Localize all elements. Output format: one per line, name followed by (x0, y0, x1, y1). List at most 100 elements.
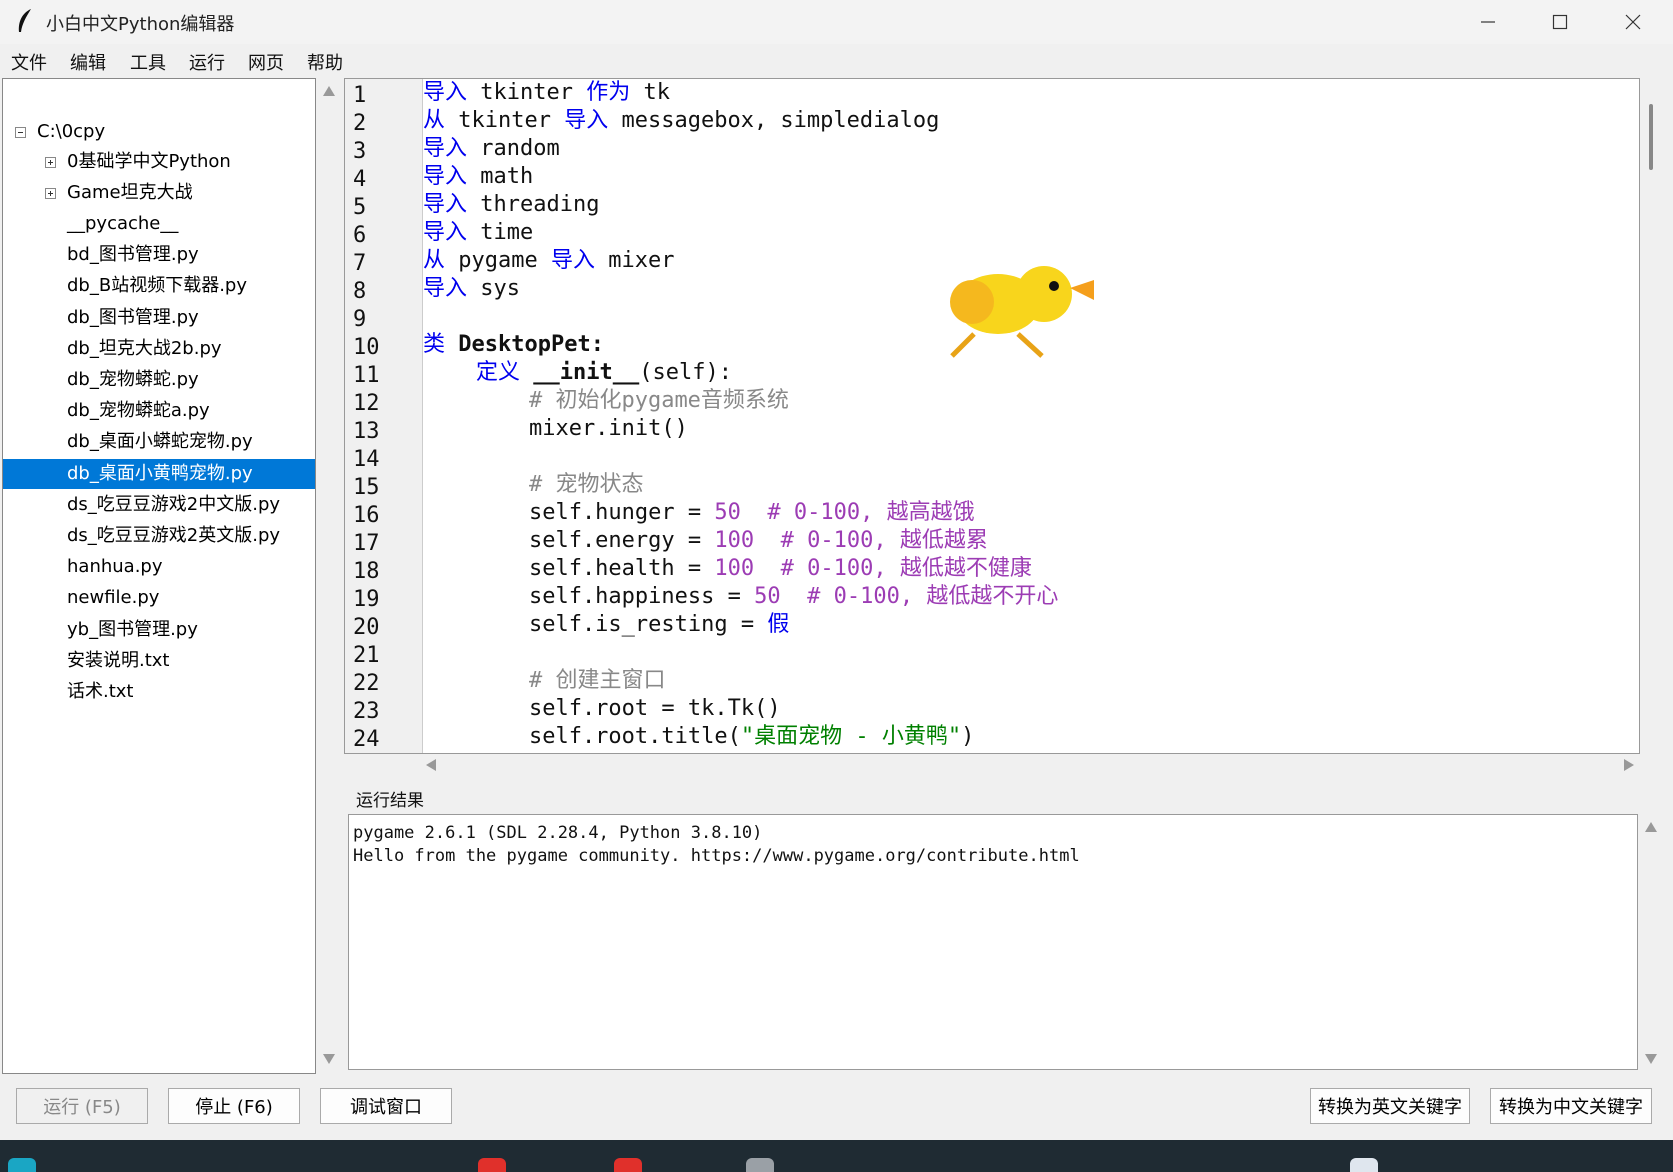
tree-file-label: db_坦克大战2b.py (67, 337, 222, 359)
menu-web[interactable]: 网页 (248, 49, 284, 75)
collapse-icon[interactable] (15, 127, 26, 138)
tree-scrollbar[interactable] (318, 78, 340, 1074)
minimize-button[interactable] (1452, 0, 1524, 44)
tree-file[interactable]: newfile.py (3, 583, 315, 613)
convert-english-keywords-button[interactable]: 转换为英文关键字 (1310, 1088, 1470, 1124)
tree-folder[interactable]: 0基础学中文Python (11, 147, 311, 177)
code-token: self.health = (423, 556, 715, 581)
tree-file[interactable]: db_宠物蟒蛇.py (3, 365, 315, 395)
code-token: self.happiness = (423, 584, 755, 609)
tree-file-label: db_桌面小黄鸭宠物.py (67, 462, 253, 484)
code-token: tkinter (445, 108, 565, 133)
app-icon[interactable] (478, 1158, 506, 1172)
title-bar: 小白中文Python编辑器 (0, 0, 1673, 44)
scroll-left-icon[interactable] (426, 759, 436, 771)
code-line: 导入 threading (423, 191, 599, 219)
line-number: 12 (353, 391, 380, 416)
stop-button[interactable]: 停止 (F6) (168, 1088, 300, 1124)
app-icon[interactable] (746, 1158, 774, 1172)
code-token: threading (467, 192, 600, 217)
menu-help[interactable]: 帮助 (307, 49, 343, 75)
scroll-up-icon[interactable] (323, 86, 335, 96)
output-scrollbar[interactable] (1640, 814, 1662, 1070)
code-line: 从 tkinter 导入 messagebox, simpledialog (423, 107, 939, 135)
output-label: 运行结果 (356, 791, 424, 811)
code-line: 从 pygame 导入 mixer (423, 247, 674, 275)
line-number: 15 (353, 475, 380, 500)
menu-bar: 文件 编辑 工具 运行 网页 帮助 (0, 44, 1673, 76)
editor-horizontal-scrollbar[interactable] (344, 754, 1640, 776)
edge-icon[interactable] (8, 1158, 36, 1172)
tree-file-label: ds_吃豆豆游戏2英文版.py (67, 525, 281, 546)
tree-file[interactable]: db_桌面小黄鸭宠物.py (3, 458, 315, 489)
code-token: self.hunger = (423, 500, 715, 525)
tree-file[interactable]: 安装说明.txt (3, 646, 315, 676)
code-token: self.root.title( (423, 724, 741, 749)
menu-edit[interactable]: 编辑 (70, 49, 106, 75)
line-number: 14 (353, 447, 380, 472)
scroll-right-icon[interactable] (1624, 759, 1634, 771)
app-icon[interactable] (614, 1158, 642, 1172)
tree-file[interactable]: hanhua.py (3, 552, 315, 582)
code-token: 导入 (423, 80, 468, 105)
code-line: self.root.title("桌面宠物 - 小黄鸭") (423, 723, 974, 751)
expand-icon[interactable] (45, 157, 56, 168)
tree-folder[interactable]: Game坦克大战 (11, 178, 311, 208)
output-console[interactable]: pygame 2.6.1 (SDL 2.28.4, Python 3.8.10)… (348, 814, 1638, 1070)
close-icon (1625, 14, 1641, 30)
tree-file[interactable]: ds_吃豆豆游戏2中文版.py (3, 490, 315, 520)
tree-file-label: yb_图书管理.py (67, 618, 198, 640)
maximize-button[interactable] (1524, 0, 1596, 44)
code-line: 导入 sys (423, 275, 520, 303)
tree-file[interactable]: ds_吃豆豆游戏2英文版.py (3, 521, 315, 551)
line-number: 11 (353, 363, 380, 388)
tree-file-label: 话术.txt (67, 681, 134, 702)
code-token: 50 (754, 584, 781, 609)
editor-scroll-thumb[interactable] (1649, 104, 1653, 170)
tree-file[interactable]: yb_图书管理.py (3, 615, 315, 645)
menu-file[interactable]: 文件 (11, 49, 47, 75)
tree-root[interactable]: C:\0cpy (11, 117, 311, 147)
menu-run[interactable]: 运行 (189, 49, 225, 75)
maximize-icon (1552, 14, 1568, 30)
code-line: self.energy = 100 # 0-100, 越低越累 (423, 527, 988, 555)
scroll-down-icon[interactable] (323, 1054, 335, 1064)
line-number: 2 (353, 111, 367, 136)
scroll-down-icon[interactable] (1645, 1054, 1657, 1064)
code-editor[interactable]: 1 2 3 4 5 6 7 8 9 10 11 12 13 14 15 16 17 18 19 20 21 22 23 24 … (344, 78, 1640, 754)
duck-pet[interactable] (944, 258, 1100, 362)
tree-file[interactable]: db_坦克大战2b.py (3, 334, 315, 364)
code-token: 从 (423, 108, 446, 133)
close-button[interactable] (1597, 0, 1669, 44)
app-icon[interactable] (1350, 1158, 1378, 1172)
scroll-up-icon[interactable] (1645, 822, 1657, 832)
tree-file-label: db_宠物蟒蛇a.py (67, 400, 210, 422)
convert-chinese-keywords-button[interactable]: 转换为中文关键字 (1490, 1088, 1652, 1124)
tree-file[interactable]: db_桌面小蟒蛇宠物.py (3, 427, 315, 457)
code-token: DesktopPet: (445, 332, 604, 357)
tree-file[interactable]: db_宠物蟒蛇a.py (3, 396, 315, 426)
code-line: 导入 tkinter 作为 tk (423, 79, 670, 107)
code-token: tk (630, 80, 670, 105)
tree-file[interactable]: __pycache__ (3, 209, 315, 239)
code-line: 定义 __init__(self): (423, 359, 732, 387)
tree-file[interactable]: db_B站视频下载器.py (3, 271, 315, 301)
editor-vertical-scrollbar[interactable] (1640, 78, 1662, 754)
expand-icon[interactable] (45, 188, 56, 199)
tree-file[interactable]: bd_图书管理.py (3, 240, 315, 270)
line-number: 10 (353, 335, 380, 360)
tree-file-label: ds_吃豆豆游戏2中文版.py (67, 493, 281, 515)
tree-file[interactable]: 话术.txt (3, 677, 315, 707)
code-line: 类 DesktopPet: (423, 331, 604, 359)
line-number: 20 (353, 615, 380, 640)
debug-window-button[interactable]: 调试窗口 (320, 1088, 452, 1124)
tree-file[interactable]: db_图书管理.py (3, 303, 315, 333)
run-button[interactable]: 运行 (F5) (16, 1088, 148, 1124)
menu-tools[interactable]: 工具 (130, 49, 166, 75)
code-line: self.health = 100 # 0-100, 越低越不健康 (423, 555, 1032, 583)
code-token: math (467, 164, 534, 189)
